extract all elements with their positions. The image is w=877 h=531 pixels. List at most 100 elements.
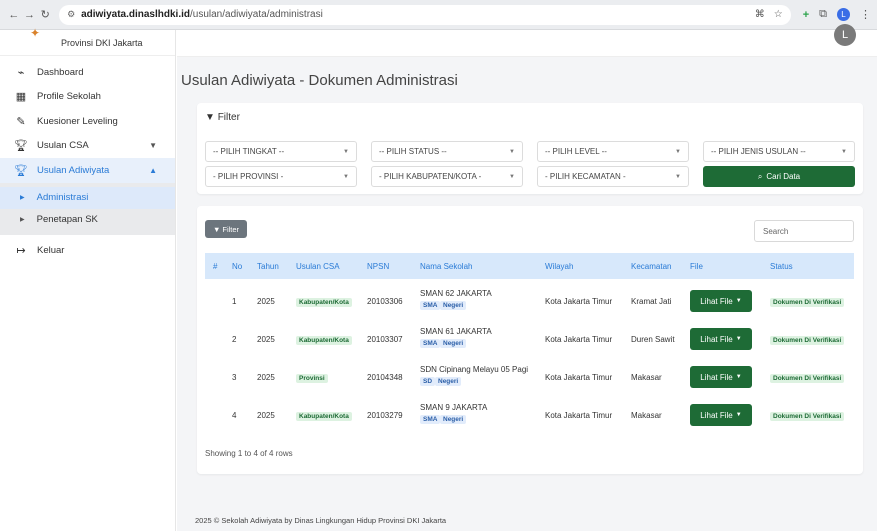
col-header[interactable]: Tahun [257, 262, 279, 271]
cell-wilayah: Kota Jakarta Timur [545, 373, 613, 382]
cell-npsn: 20103307 [367, 335, 403, 344]
page-title: Usulan Adiwiyata - Dokumen Administrasi [181, 72, 458, 89]
cell-kecamatan: Makasar [631, 411, 662, 420]
select-status[interactable]: -- PILIH STATUS -- ▼ [371, 141, 523, 162]
status-badge: Dokumen Di Verifikasi [770, 298, 845, 307]
select-kecamatan[interactable]: - PILIH KECAMATAN - ▼ [537, 166, 689, 187]
col-header[interactable]: NPSN [367, 262, 389, 271]
select-level[interactable]: -- PILIH LEVEL -- ▼ [537, 141, 689, 162]
col-header[interactable]: File [690, 262, 703, 271]
search-icon: ⌕ [757, 171, 763, 181]
caret-down-icon: ▼ [675, 148, 681, 155]
sidebar-item-label: Administrasi [36, 192, 89, 203]
cell-tahun: 2025 [257, 411, 275, 420]
sidebar-item-label: Usulan CSA [37, 140, 89, 152]
tipe-badge: Negeri [440, 415, 467, 424]
col-header[interactable]: Nama Sekolah [420, 262, 472, 271]
select-tingkat[interactable]: -- PILIH TINGKAT -- ▼ [205, 141, 357, 162]
cell-kecamatan: Kramat Jati [631, 297, 672, 306]
submenu-adiwiyata: ▶ Administrasi ▶ Penetapan SK [0, 182, 175, 235]
sidebar: ✦ Provinsi DKI Jakarta ⌁ Dashboard ▦ Pro… [0, 26, 176, 531]
forward-icon[interactable]: → [22, 9, 38, 21]
table-row: 1 2025 Kabupaten/Kota 20103306 SMAN 62 J… [205, 282, 854, 320]
select-provinsi[interactable]: - PILIH PROVINSI - ▼ [205, 166, 357, 187]
col-header[interactable]: No [232, 262, 242, 271]
status-badge: Dokumen Di Verifikasi [770, 336, 845, 345]
lihat-file-button[interactable]: Lihat File ▼ [690, 290, 752, 312]
chevron-up-icon: ▲ [149, 165, 157, 175]
caret-down-icon: ▼ [509, 173, 515, 180]
lihat-file-button[interactable]: Lihat File ▼ [690, 366, 752, 388]
browser-menu-icon[interactable]: ⋮ [860, 8, 871, 21]
logo-icon: ✦ [30, 26, 41, 40]
cell-nama-sekolah: SMAN 61 JAKARTA [420, 327, 492, 336]
extensions-puzzle-icon[interactable]: ⧉ [819, 8, 827, 21]
tipe-badge: Negeri [440, 339, 467, 348]
cell-npsn: 20103279 [367, 411, 403, 420]
brand: ✦ Provinsi DKI Jakarta [0, 26, 175, 56]
cell-tahun: 2025 [257, 297, 275, 306]
cell-nama-sekolah: SMAN 9 JAKARTA [420, 403, 488, 412]
status-badge: Dokumen Di Verifikasi [770, 374, 845, 383]
jenjang-badge: SMA [420, 339, 441, 348]
col-header[interactable]: # [213, 262, 217, 271]
translate-icon[interactable]: ⌘ [755, 9, 765, 20]
sidebar-item-label: Profile Sekolah [37, 91, 101, 103]
sidebar-item-label: Keluar [37, 245, 65, 257]
col-header[interactable]: Status [770, 262, 793, 271]
cell-nama-sekolah: SDN Cipinang Melayu 05 Pagi [420, 365, 529, 374]
caret-right-icon: ▶ [20, 217, 25, 223]
caret-down-icon: ▼ [675, 173, 681, 180]
select-jenis-usulan[interactable]: -- PILIH JENIS USULAN -- ▼ [703, 141, 855, 162]
cari-data-button[interactable]: ⌕ Cari Data [703, 166, 855, 187]
cell-wilayah: Kota Jakarta Timur [545, 411, 613, 420]
bookmark-star-icon[interactable]: ☆ [774, 9, 783, 20]
table-row: 3 2025 Provinsi 20104348 SDN Cipinang Me… [205, 358, 854, 396]
brand-label: Provinsi DKI Jakarta [61, 37, 143, 48]
back-icon[interactable]: ← [6, 9, 22, 21]
cell-tahun: 2025 [257, 335, 275, 344]
lihat-file-button[interactable]: Lihat File ▼ [690, 328, 752, 350]
edit-icon: ✎ [16, 115, 26, 128]
table-filter-button[interactable]: ▼ Filter [205, 220, 247, 238]
sidebar-item-usulan-csa[interactable]: 🏆︎ Usulan CSA ▼ [0, 134, 175, 159]
table-header: # No Tahun Usulan CSA NPSN Nama Sekolah … [205, 253, 854, 279]
jenjang-badge: SMA [420, 415, 441, 424]
jenjang-badge: SD [420, 377, 436, 386]
usulan-badge: Kabupaten/Kota [296, 412, 352, 421]
jenjang-badge: SMA [420, 301, 441, 310]
user-avatar[interactable]: L [834, 24, 856, 46]
cell-no: 1 [232, 297, 237, 306]
footer: 2025 © Sekolah Adiwiyata by Dinas Lingku… [195, 516, 447, 525]
cell-kecamatan: Duren Sawit [631, 335, 675, 344]
reload-icon[interactable]: ↻ [37, 8, 53, 21]
sidebar-item-penetapan-sk[interactable]: ▶ Penetapan SK [0, 209, 175, 231]
filter-icon: ▼ [205, 112, 215, 123]
table-card: ▼ Filter Search # No Tahun Usulan CSA NP… [197, 206, 863, 474]
sidebar-item-dashboard[interactable]: ⌁ Dashboard [0, 60, 175, 85]
search-input[interactable]: Search [754, 220, 854, 242]
col-header[interactable]: Kecamatan [631, 262, 671, 271]
col-header[interactable]: Usulan CSA [296, 262, 340, 271]
col-header[interactable]: Wilayah [545, 262, 573, 271]
caret-down-icon: ▼ [343, 173, 349, 180]
site-info-icon[interactable]: ⚙ [67, 9, 81, 20]
sidebar-item-usulan-adiwiyata[interactable]: 🏆︎ Usulan Adiwiyata ▲ [0, 158, 175, 183]
extension-icon[interactable]: + [803, 9, 809, 21]
main-content: L Usulan Adiwiyata - Dokumen Administras… [177, 24, 877, 531]
sidebar-item-keluar[interactable]: ↦ Keluar [0, 239, 175, 264]
address-bar[interactable]: ⚙ adiwiyata.dinaslhdki.id /usulan/adiwiy… [59, 4, 791, 25]
cell-npsn: 20103306 [367, 297, 403, 306]
sidebar-item-profile-sekolah[interactable]: ▦ Profile Sekolah [0, 85, 175, 110]
chart-icon: ⌁ [17, 66, 25, 79]
table-row: 4 2025 Kabupaten/Kota 20103279 SMAN 9 JA… [205, 396, 854, 434]
profile-avatar[interactable]: L [837, 8, 850, 21]
sidebar-item-kuesioner[interactable]: ✎ Kuesioner Leveling [0, 109, 175, 134]
select-kabupaten[interactable]: - PILIH KABUPATEN/KOTA - ▼ [371, 166, 523, 187]
topbar: L [177, 24, 877, 57]
usulan-badge: Kabupaten/Kota [296, 336, 352, 345]
sidebar-item-administrasi[interactable]: ▶ Administrasi [0, 186, 175, 209]
cell-kecamatan: Makasar [631, 373, 662, 382]
filter-icon: ▼ [212, 224, 221, 234]
lihat-file-button[interactable]: Lihat File ▼ [690, 404, 752, 426]
